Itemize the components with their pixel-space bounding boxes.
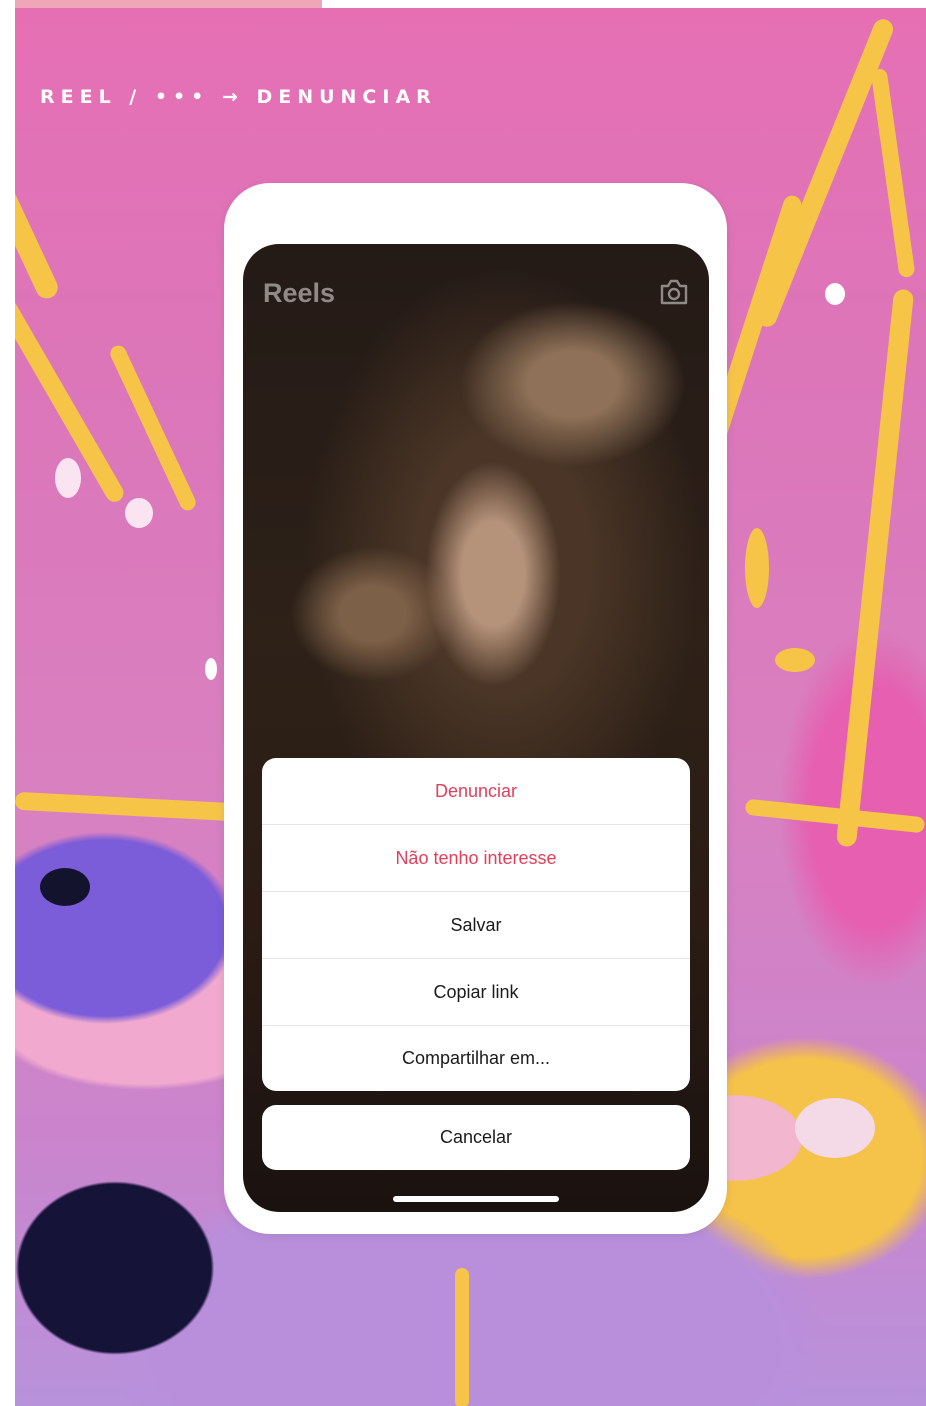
save-option[interactable]: Salvar bbox=[262, 892, 690, 959]
yellow-drip bbox=[15, 183, 62, 303]
breadcrumb: REEL / ••• → DENUNCIAR bbox=[40, 86, 437, 108]
white-dot bbox=[825, 283, 845, 305]
cancel-button[interactable]: Cancelar bbox=[262, 1105, 690, 1170]
not-interested-option[interactable]: Não tenho interesse bbox=[262, 825, 690, 892]
reel-screen: Reels Denunciar Não tenho interesse Salv… bbox=[243, 244, 709, 1212]
share-to-option[interactable]: Compartilhar em... bbox=[262, 1026, 690, 1091]
white-dot bbox=[55, 458, 81, 498]
white-blob bbox=[795, 1098, 875, 1158]
action-sheet: Denunciar Não tenho interesse Salvar Cop… bbox=[262, 758, 690, 1091]
yellow-drip bbox=[745, 528, 769, 608]
tab-marker bbox=[15, 0, 322, 8]
home-indicator[interactable] bbox=[393, 1196, 559, 1202]
yellow-drip bbox=[455, 1268, 469, 1406]
yellow-drip bbox=[870, 67, 916, 279]
camera-icon[interactable] bbox=[659, 278, 689, 306]
yellow-drip bbox=[744, 798, 926, 834]
report-option[interactable]: Denunciar bbox=[262, 758, 690, 825]
reels-title: Reels bbox=[263, 278, 336, 308]
white-dot bbox=[205, 658, 217, 680]
dark-blob bbox=[40, 868, 90, 906]
copy-link-option[interactable]: Copiar link bbox=[262, 959, 690, 1026]
yellow-drip bbox=[775, 648, 815, 672]
yellow-drip bbox=[835, 288, 915, 848]
white-dot bbox=[125, 498, 153, 528]
yellow-drip bbox=[15, 791, 256, 823]
